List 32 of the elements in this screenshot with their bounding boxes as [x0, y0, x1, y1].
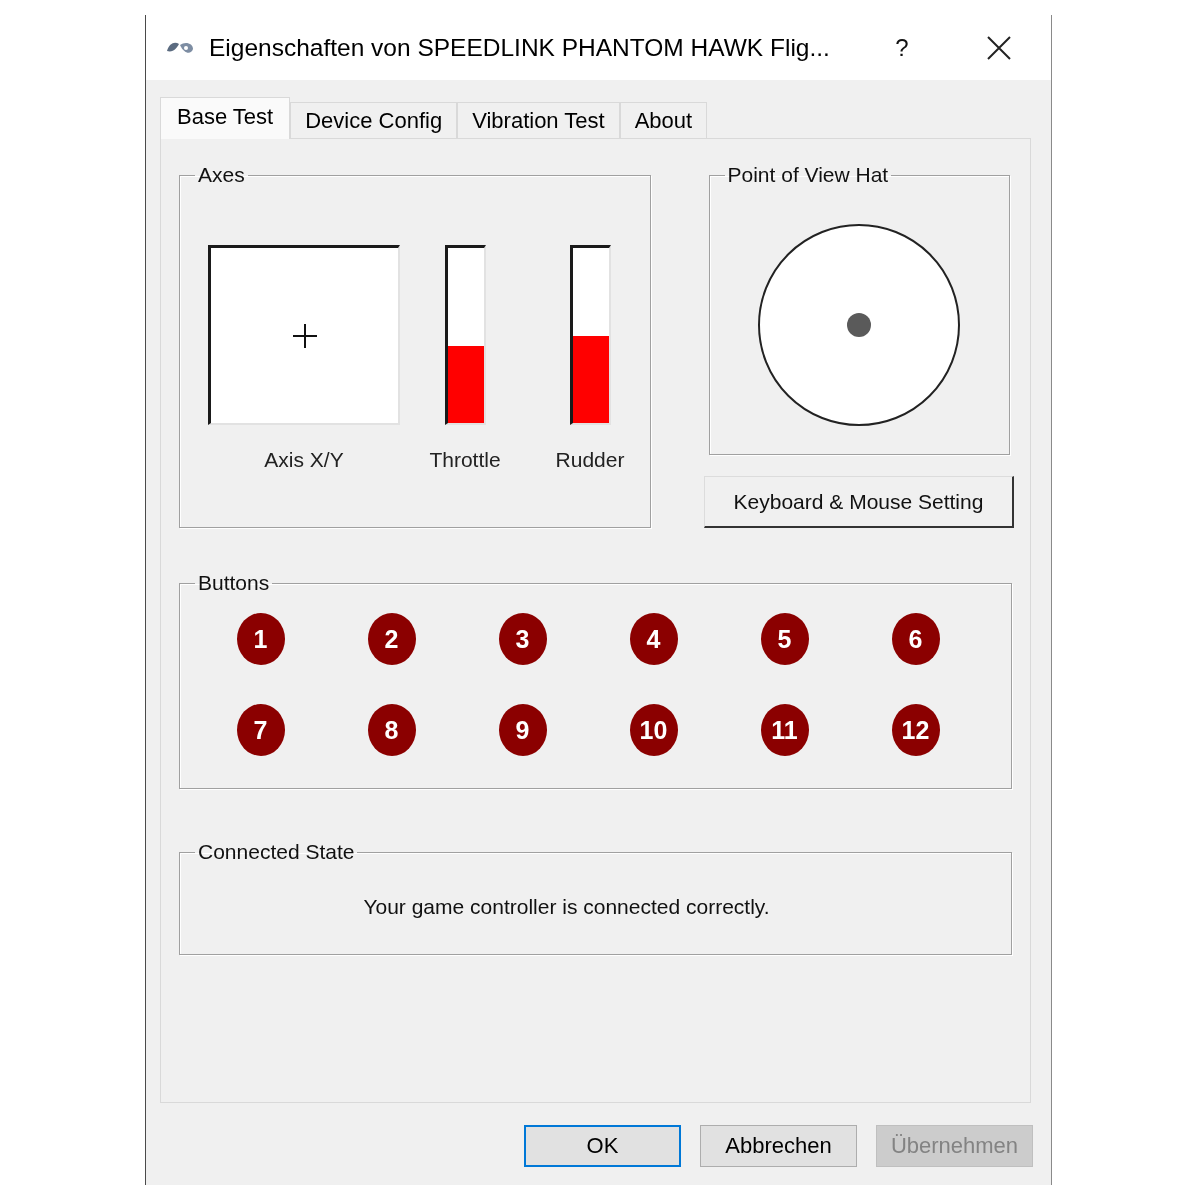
button-indicator: 10 — [629, 704, 678, 756]
window-title: Eigenschaften von SPEEDLINK PHANTOM HAWK Flig... — [209, 33, 831, 62]
button-indicator: 3 — [498, 613, 547, 665]
help-button[interactable]: ? — [879, 27, 925, 68]
tab[interactable]: Vibration Test — [457, 102, 620, 138]
keyboard-mouse-setting-button[interactable]: Keyboard & Mouse Setting — [704, 476, 1014, 528]
crosshair-icon — [292, 323, 317, 348]
group-label: Point of View Hat — [726, 163, 890, 187]
axis-label: Rudder — [555, 448, 625, 472]
button-indicator: 4 — [629, 613, 678, 665]
button-indicator: 2 — [367, 613, 416, 665]
group-label: Connected State — [197, 840, 356, 864]
axis-label: Throttle — [429, 448, 501, 472]
tab[interactable]: Base Test — [160, 97, 291, 139]
button-indicator: 9 — [498, 704, 547, 756]
status-message: Your game controller is connected correctly. — [363, 895, 770, 919]
close-icon — [987, 35, 1011, 60]
group-label: Buttons — [197, 571, 271, 595]
button-indicator: 8 — [367, 704, 416, 756]
button-indicator: 5 — [760, 613, 809, 665]
button-indicator: 6 — [891, 613, 940, 665]
tab[interactable]: About — [619, 102, 708, 138]
dialog-button[interactable]: OK — [524, 1125, 681, 1167]
button-indicator: 1 — [236, 613, 285, 665]
button-indicator: 7 — [236, 704, 285, 756]
group-label: Axes — [197, 163, 246, 187]
button-indicator: 11 — [760, 704, 809, 756]
dialog-button[interactable]: Abbrechen — [700, 1125, 857, 1167]
tab[interactable]: Device Config — [290, 102, 458, 138]
axis-label: Axis X/Y — [264, 448, 344, 472]
button-indicator: 12 — [891, 704, 940, 756]
hat-position-dot-icon — [847, 313, 871, 337]
